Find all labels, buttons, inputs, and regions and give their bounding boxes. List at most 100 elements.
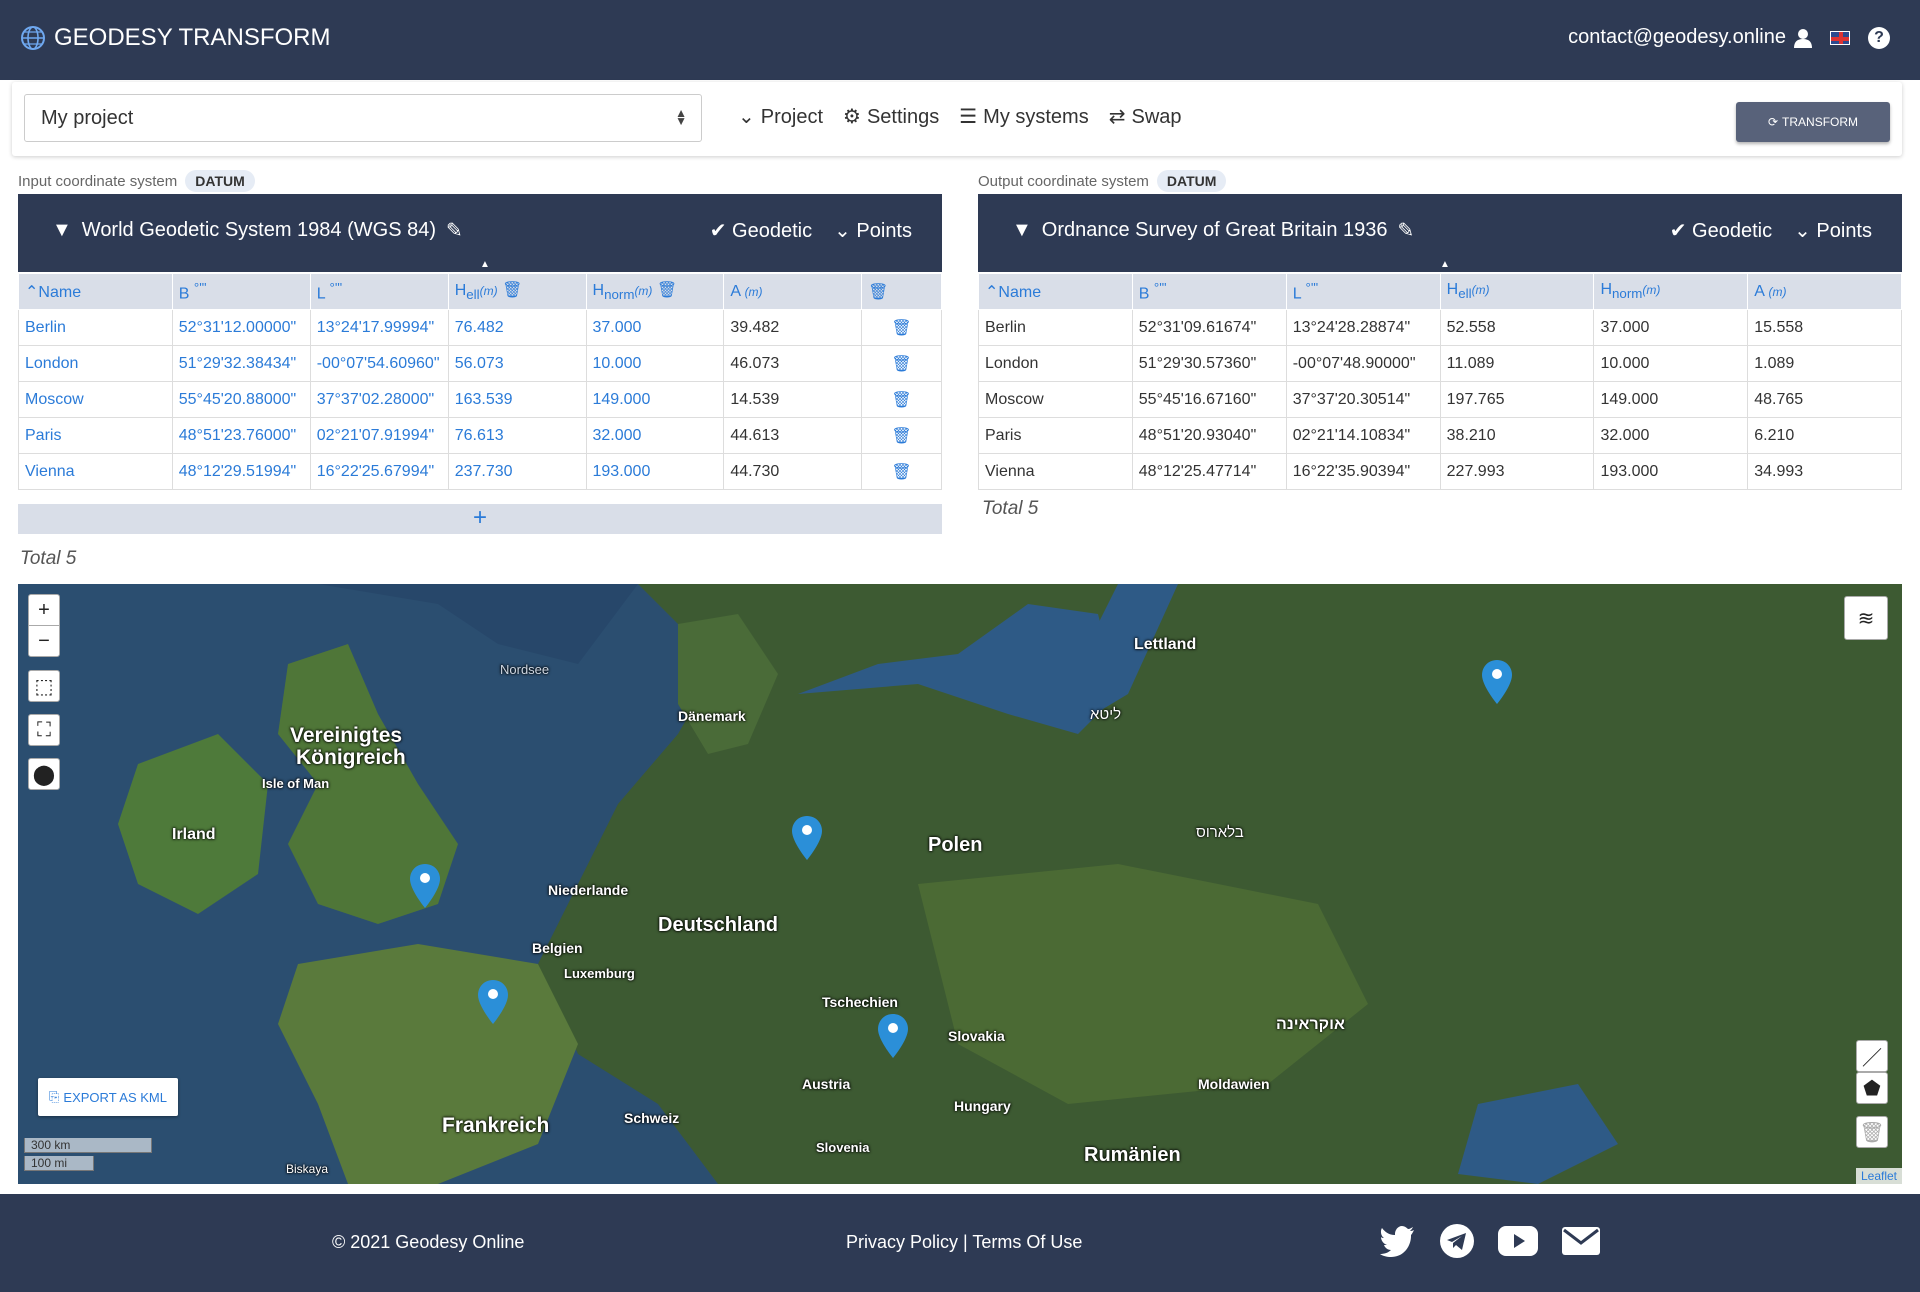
transform-button[interactable]: ⟳ TRANSFORM [1736,102,1890,142]
point-name[interactable]: Vienna [18,453,173,490]
output-points-toggle[interactable]: ⌄ Points [1794,218,1872,243]
point-b[interactable]: 48°12'29.51994" [171,453,311,490]
point-hell[interactable]: 237.730 [447,453,587,490]
col-a-header[interactable]: A (m) [723,273,863,310]
col-hnorm-header[interactable]: Hnorm(m) [1593,273,1749,310]
project-select[interactable]: My project ▲ ▼ [24,94,702,142]
col-name-header[interactable]: ⌃Name [18,273,173,310]
trash-icon[interactable]: 🗑 [861,453,942,490]
language-flag-icon[interactable] [1830,30,1850,45]
privacy-link[interactable]: Privacy Policy [846,1232,958,1252]
chevron-up-icon[interactable]: ▲ [1440,259,1450,270]
trash-icon[interactable]: 🗑 [861,309,942,346]
export-kml-button[interactable]: ⎘ EXPORT AS KML [38,1078,178,1116]
point-name[interactable]: Berlin [18,309,173,346]
edit-icon[interactable]: ✎ [1398,218,1415,243]
point-l[interactable]: 13°24'17.99994" [309,309,449,346]
attribution-link[interactable]: Leaflet [1855,1168,1902,1184]
point-hell[interactable]: 56.073 [447,345,587,382]
user-icon[interactable] [1794,28,1812,48]
map-label: Königreich [296,746,406,769]
check-circle-icon: ✔ [709,220,727,242]
col-l-header[interactable]: L °'" [309,273,449,310]
point-hnorm[interactable]: 10.000 [585,345,725,382]
zoom-in-button[interactable]: + [28,594,60,626]
map-marker[interactable] [410,864,440,908]
swap-button[interactable]: ⇄ Swap [1109,104,1182,129]
output-mode-toggle[interactable]: ✔ Geodetic [1670,218,1772,243]
input-datum-badge[interactable]: DATUM [185,170,255,192]
delete-all-icon[interactable]: 🗑 [861,273,942,310]
input-mode-toggle[interactable]: ✔ Geodetic [710,218,812,243]
settings-menu-label: Settings [866,106,940,128]
col-b-header[interactable]: B °'" [1131,273,1287,310]
youtube-icon[interactable] [1498,1226,1538,1256]
col-name-header[interactable]: ⌃Name [978,273,1133,310]
telegram-icon[interactable] [1440,1224,1474,1258]
col-b-header[interactable]: B °'" [171,273,311,310]
settings-menu[interactable]: ⚙ Settings [843,104,939,129]
point-b[interactable]: 48°51'23.76000" [171,417,311,454]
point-hell[interactable]: 163.539 [447,381,587,418]
draw-line-icon[interactable]: ／ [1856,1040,1888,1072]
point-l[interactable]: -00°07'54.60960" [309,345,449,382]
col-l-header[interactable]: L °'" [1285,273,1441,310]
account-email[interactable]: contact@geodesy.online [1568,26,1786,49]
output-system-name[interactable]: Ordnance Survey of Great Britain 1936 [1042,219,1388,242]
point-name[interactable]: London [18,345,173,382]
point-hell: 227.993 [1439,453,1595,490]
point-hnorm[interactable]: 149.000 [585,381,725,418]
col-hell-header[interactable]: Hell(m) [1439,273,1595,310]
map-label: Schweiz [624,1110,680,1126]
point-l[interactable]: 02°21'07.91994" [309,417,449,454]
point-hnorm[interactable]: 37.000 [585,309,725,346]
point-b: 55°45'16.67160" [1131,381,1287,418]
map-view[interactable]: + − ⬚ ⛶ ⬤ ≋ ／ ⬟ 🗑 Nordsee Lettland ליטא … [18,584,1902,1184]
point-b[interactable]: 51°29'32.38434" [171,345,311,382]
collapse-caret-icon[interactable]: ▼ [52,219,72,242]
draw-polygon-icon[interactable]: ⬟ [1856,1072,1888,1104]
point-name[interactable]: Paris [18,417,173,454]
terms-link[interactable]: Terms Of Use [972,1232,1082,1252]
brand[interactable]: GEODESY TRANSFORM [20,24,331,52]
location-pin-icon[interactable]: ⬤ [28,758,60,790]
point-hnorm[interactable]: 32.000 [585,417,725,454]
col-hnorm-header[interactable]: Hnorm(m) 🗑 [585,273,725,310]
trash-icon[interactable]: 🗑 [657,282,677,299]
map-marker[interactable] [792,816,822,860]
map-marker[interactable] [1482,660,1512,704]
map-marker[interactable] [878,1014,908,1058]
select-area-icon[interactable]: ⬚ [28,670,60,702]
mail-icon[interactable] [1562,1227,1600,1255]
col-hell-header[interactable]: Hell(m) 🗑 [447,273,587,310]
zoom-out-button[interactable]: − [28,625,60,657]
twitter-icon[interactable] [1380,1225,1416,1257]
point-name[interactable]: Moscow [18,381,173,418]
project-menu[interactable]: ⌄ Project [738,104,823,129]
layers-icon[interactable]: ≋ [1844,596,1888,640]
point-l[interactable]: 37°37'02.28000" [309,381,449,418]
point-b[interactable]: 52°31'12.00000" [171,309,311,346]
my-systems-menu[interactable]: ☰ My systems [959,104,1089,129]
trash-icon[interactable]: 🗑 [861,381,942,418]
collapse-caret-icon[interactable]: ▼ [1012,219,1032,242]
col-a-header[interactable]: A (m) [1747,273,1902,310]
map-marker[interactable] [478,980,508,1024]
trash-icon[interactable]: 🗑 [861,417,942,454]
point-hnorm[interactable]: 193.000 [585,453,725,490]
point-hell[interactable]: 76.613 [447,417,587,454]
fullscreen-icon[interactable]: ⛶ [28,714,60,746]
edit-icon[interactable]: ✎ [446,218,463,243]
chevron-up-icon[interactable]: ▲ [480,259,490,270]
add-point-button[interactable]: + [18,504,942,534]
trash-icon[interactable]: 🗑 [861,345,942,382]
point-l[interactable]: 16°22'25.67994" [309,453,449,490]
point-b[interactable]: 55°45'20.88000" [171,381,311,418]
point-hell[interactable]: 76.482 [447,309,587,346]
delete-shapes-icon[interactable]: 🗑 [1856,1116,1888,1148]
output-datum-badge[interactable]: DATUM [1156,170,1227,192]
trash-icon[interactable]: 🗑 [502,282,522,299]
input-points-toggle[interactable]: ⌄ Points [834,218,912,243]
input-system-name[interactable]: World Geodetic System 1984 (WGS 84) [82,219,436,242]
help-icon[interactable]: ? [1868,26,1890,49]
